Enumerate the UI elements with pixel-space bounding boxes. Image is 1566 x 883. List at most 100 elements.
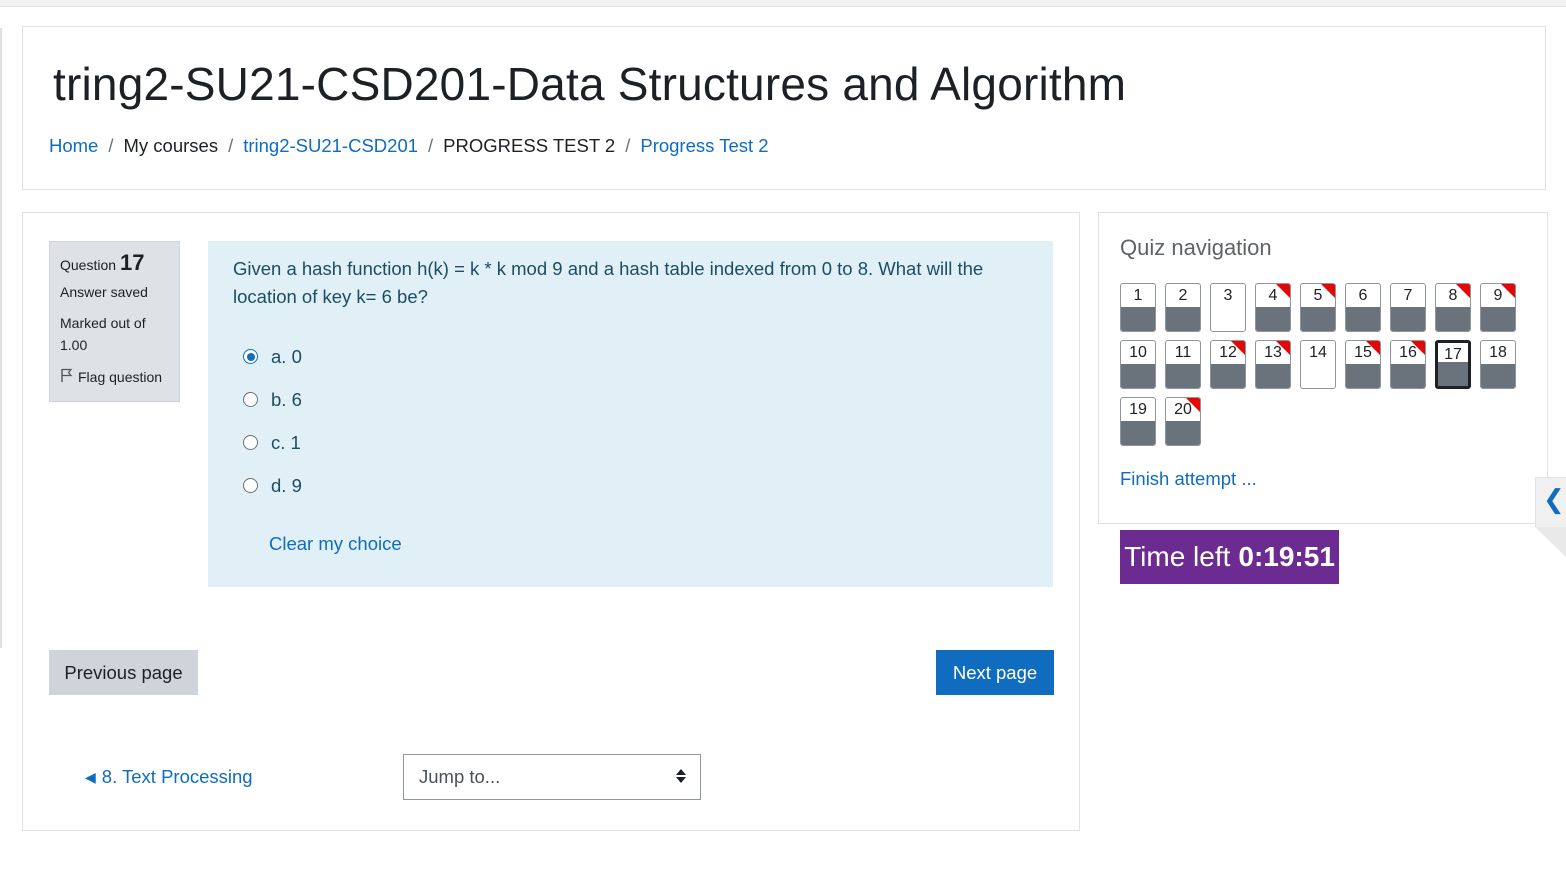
- flagged-marker-icon: [1321, 284, 1335, 298]
- quiz-nav-question-1[interactable]: 1: [1120, 283, 1156, 332]
- flag-question-label: Flag question: [78, 369, 163, 385]
- quiz-nav-question-20[interactable]: 20: [1165, 397, 1201, 446]
- quiz-nav-question-number: 11: [1174, 344, 1192, 361]
- quiz-nav-question-number: 7: [1403, 287, 1413, 304]
- answered-state-fill: [1211, 364, 1245, 388]
- quiz-nav-question-18[interactable]: 18: [1480, 340, 1516, 389]
- answered-state-fill: [1481, 364, 1515, 388]
- flagged-marker-icon: [1276, 341, 1290, 355]
- flag-icon: [60, 368, 73, 386]
- answered-state-fill: [1346, 364, 1380, 388]
- answer-radio-c[interactable]: [243, 435, 258, 450]
- breadcrumb-section: PROGRESS TEST 2: [443, 135, 616, 156]
- flag-question-toggle[interactable]: Flag question: [60, 368, 169, 386]
- answer-radio-a[interactable]: [243, 349, 258, 364]
- question-region: Question 17 Answer saved Marked out of 1.…: [22, 212, 1080, 831]
- time-left-display: Time left 0:19:51: [1120, 530, 1339, 584]
- time-left-value: 0:19:51: [1238, 541, 1335, 572]
- top-bar: [0, 0, 1566, 7]
- breadcrumb: Home / My courses / tring2-SU21-CSD201 /…: [49, 135, 769, 157]
- answered-state-fill: [1436, 307, 1470, 331]
- quiz-nav-question-7[interactable]: 7: [1390, 283, 1426, 332]
- previous-page-button[interactable]: Previous page: [49, 650, 198, 695]
- flagged-marker-icon: [1411, 341, 1425, 355]
- answer-option-d[interactable]: d. 9: [233, 464, 1028, 507]
- page-header: tring2-SU21-CSD201-Data Structures and A…: [22, 26, 1546, 190]
- breadcrumb-separator: /: [108, 135, 114, 156]
- answer-radio-b[interactable]: [243, 392, 258, 407]
- question-number-label: Question: [60, 257, 117, 273]
- answered-state-fill: [1438, 362, 1468, 386]
- answer-list: a. 0 b. 6 c. 1 d. 9: [233, 335, 1028, 507]
- quiz-nav-question-12[interactable]: 12: [1210, 340, 1246, 389]
- time-left-label: Time left: [1124, 541, 1231, 572]
- quiz-nav-question-15[interactable]: 15: [1345, 340, 1381, 389]
- answer-radio-d[interactable]: [243, 478, 258, 493]
- answer-label-c: c. 1: [271, 431, 301, 453]
- finish-attempt-link[interactable]: Finish attempt ...: [1120, 468, 1257, 490]
- breadcrumb-separator: /: [428, 135, 434, 156]
- answer-option-b[interactable]: b. 6: [233, 378, 1028, 421]
- page-title: tring2-SU21-CSD201-Data Structures and A…: [53, 58, 1127, 110]
- quiz-nav-question-5[interactable]: 5: [1300, 283, 1336, 332]
- answered-state-fill: [1481, 307, 1515, 331]
- flagged-marker-icon: [1366, 341, 1380, 355]
- question-grade: Marked out of 1.00: [60, 315, 146, 353]
- answered-state-fill: [1121, 364, 1155, 388]
- breadcrumb-separator: /: [625, 135, 631, 156]
- previous-activity-link[interactable]: ◀︎ 8. Text Processing: [85, 766, 253, 788]
- quiz-nav-question-17[interactable]: 17: [1435, 340, 1471, 389]
- quiz-nav-question-4[interactable]: 4: [1255, 283, 1291, 332]
- quiz-nav-question-13[interactable]: 13: [1255, 340, 1291, 389]
- quiz-nav-question-6[interactable]: 6: [1345, 283, 1381, 332]
- answer-label-d: d. 9: [271, 474, 302, 496]
- quiz-nav-question-number: 6: [1358, 287, 1368, 304]
- quiz-nav-question-16[interactable]: 16: [1390, 340, 1426, 389]
- quiz-nav-question-number: 3: [1223, 287, 1233, 304]
- previous-activity-label: 8. Text Processing: [101, 766, 253, 787]
- quiz-nav-question-14[interactable]: 14: [1300, 340, 1336, 389]
- question-number-value: 17: [120, 250, 145, 275]
- answered-state-fill: [1121, 421, 1155, 445]
- question-text: Given a hash function h(k) = k * k mod 9…: [233, 258, 984, 307]
- breadcrumb-home[interactable]: Home: [49, 135, 98, 157]
- jump-to-select[interactable]: Jump to...: [403, 754, 701, 800]
- quiz-nav-question-number: 14: [1309, 344, 1327, 361]
- quiz-nav-question-2[interactable]: 2: [1165, 283, 1201, 332]
- question-info-panel: Question 17 Answer saved Marked out of 1.…: [49, 241, 180, 402]
- answer-option-c[interactable]: c. 1: [233, 421, 1028, 464]
- flagged-marker-icon: [1456, 284, 1470, 298]
- quiz-nav-question-3[interactable]: 3: [1210, 283, 1246, 332]
- flagged-marker-icon: [1186, 398, 1200, 412]
- quiz-nav-question-number: 10: [1129, 344, 1147, 361]
- left-border: [0, 28, 2, 648]
- answered-state-fill: [1391, 307, 1425, 331]
- breadcrumb-separator: /: [228, 135, 234, 156]
- quiz-nav-question-9[interactable]: 9: [1480, 283, 1516, 332]
- breadcrumb-quiz[interactable]: Progress Test 2: [640, 135, 768, 157]
- answered-state-fill: [1166, 307, 1200, 331]
- quiz-nav-question-number: 1: [1133, 287, 1143, 304]
- flagged-marker-icon: [1276, 284, 1290, 298]
- flagged-marker-icon: [1231, 341, 1245, 355]
- answered-state-fill: [1121, 307, 1155, 331]
- quiz-nav-question-10[interactable]: 10: [1120, 340, 1156, 389]
- quiz-navigation-block: Quiz navigation 1 2 3 4 5 6 7 8 9 10 11 12 13 14 15 16 1…: [1098, 212, 1548, 524]
- answered-state-fill: [1301, 307, 1335, 331]
- breadcrumb-course[interactable]: tring2-SU21-CSD201: [243, 135, 418, 157]
- answered-state-fill: [1166, 364, 1200, 388]
- breadcrumb-my-courses: My courses: [123, 135, 219, 156]
- drawer-corner: [1535, 527, 1566, 557]
- jump-to-value: Jump to...: [419, 766, 501, 787]
- quiz-nav-question-8[interactable]: 8: [1435, 283, 1471, 332]
- clear-choice-link[interactable]: Clear my choice: [269, 533, 402, 555]
- answer-option-a[interactable]: a. 0: [233, 335, 1028, 378]
- answer-label-a: a. 0: [271, 345, 302, 367]
- quiz-nav-question-11[interactable]: 11: [1165, 340, 1201, 389]
- quiz-nav-question-number: 2: [1178, 287, 1188, 304]
- quiz-nav-question-number: 18: [1489, 344, 1507, 361]
- answered-state-fill: [1256, 364, 1290, 388]
- chevron-left-icon: ❮: [1543, 484, 1565, 514]
- next-page-button[interactable]: Next page: [936, 650, 1054, 695]
- quiz-nav-question-19[interactable]: 19: [1120, 397, 1156, 446]
